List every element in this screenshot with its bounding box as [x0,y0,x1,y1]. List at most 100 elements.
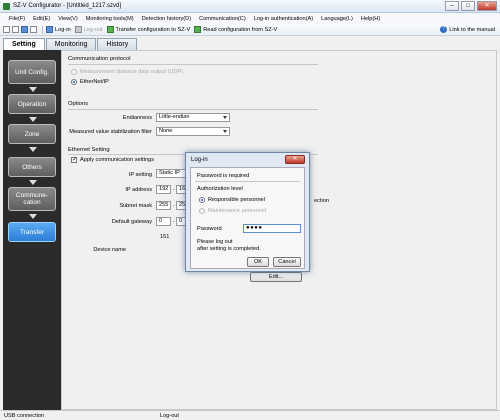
separator-dot: . [173,218,175,224]
down-arrow-icon [29,147,37,152]
transfer-to-device-button[interactable]: Transfer configuration to SZ-V [106,26,191,33]
menu-file[interactable]: File(F) [5,16,29,22]
new-file-icon[interactable] [3,26,10,33]
tab-history[interactable]: History [97,38,138,50]
ip-address-label: IP address [125,187,152,193]
password-required-text: Password is required [197,173,250,179]
maximize-button[interactable]: □ [461,1,475,11]
menu-language[interactable]: Language(L) [317,16,357,22]
login-status: Log-out [160,413,179,419]
transfer-to-label: Transfer configuration to SZ-V [115,26,191,33]
ethernet-ip-label: EtherNet/IP [80,79,109,85]
responsible-label: Responsible personnel [208,197,265,203]
ip-setting-value: Static IP [159,170,180,176]
menu-detection-history[interactable]: Detection history(D) [138,16,195,22]
tab-monitoring[interactable]: Monitoring [45,38,97,50]
maintenance-label: Maintenance personnel [208,208,267,214]
logout-button[interactable]: Log-out [74,26,103,33]
menu-view[interactable]: View(V) [54,16,81,22]
down-arrow-icon [29,87,37,92]
options-heading: Options [68,101,88,107]
dropdown-arrow-icon [223,130,227,133]
separator-dot: . [173,202,175,208]
password-input[interactable]: ●●●● [243,224,301,233]
dialog-title: Log-in [191,157,208,163]
read-from-label: Read configuration from SZ-V [203,26,278,33]
endianness-label: Endianness [122,115,152,121]
status-bar: USB connection Log-out [0,410,500,420]
dialog-body: Password is required Authorization level… [190,167,305,269]
gateway-octet-1[interactable]: 0 [156,217,171,226]
sidebar: Unit Config. Operation Zone Others Commu… [3,50,61,410]
title-bar: SZ-V Configurator - [Untitled_1217.szvd]… [0,0,500,13]
apply-comm-checkbox[interactable]: ✓ [71,157,77,163]
endianness-select[interactable]: Little-endian [156,113,230,122]
key-icon [46,26,53,33]
print-icon[interactable] [30,26,37,33]
read-from-device-button[interactable]: Read configuration from SZ-V [194,26,277,33]
login-dialog: Log-in ✕ Password is required Authorizat… [185,152,310,272]
device-name-label: Device name [93,247,126,253]
udp-label: Measurement distance data output (UDP) [80,69,184,75]
logout-icon [74,26,82,33]
read-icon [194,26,202,33]
connection-status: USB connection [4,413,45,419]
menu-edit[interactable]: Edit(E) [29,16,54,22]
toolbar-divider [42,25,43,34]
save-icon[interactable] [21,26,28,33]
stabilization-filter-select[interactable]: None [156,127,230,136]
stabilization-filter-label: Measured value stabilization filter [69,129,152,135]
comm-protocol-heading: Communication protocol [68,56,131,62]
login-label: Log-in [55,26,71,33]
subnet-octet-1[interactable]: 255 [156,201,171,210]
login-button[interactable]: Log-in [46,26,71,33]
down-arrow-icon [29,214,37,219]
sidebar-item-unit-config[interactable]: Unit Config. [8,60,56,84]
ethernet-ip-radio[interactable] [71,79,77,85]
menu-help[interactable]: Help(H) [357,16,384,22]
help-icon: ? [440,26,448,33]
sidebar-item-others[interactable]: Others [8,157,56,177]
window-title: SZ-V Configurator - [Untitled_1217.szvd] [13,3,122,9]
udp-radio[interactable] [71,69,77,75]
menu-bar: File(F) Edit(E) View(V) Monitoring tools… [0,13,500,24]
main-tabs: Setting Monitoring History [3,38,138,51]
cancel-button[interactable]: Cancel [273,257,301,267]
responsible-radio[interactable] [199,197,205,203]
transfer-icon [106,26,114,33]
port-value: 151 [160,234,170,240]
divider [68,64,318,65]
ok-button[interactable]: OK [247,257,269,267]
manual-link[interactable]: ? Link to the manual [440,26,495,33]
sidebar-item-zone[interactable]: Zone [8,124,56,144]
down-arrow-icon [29,117,37,122]
open-folder-icon[interactable] [12,26,19,33]
apply-comm-label: Apply communication settings [80,157,154,163]
window-controls: – □ ✕ [445,1,497,11]
app-icon [3,3,10,10]
authorization-level-label: Authorization level [197,186,243,192]
default-gateway-label: Default gateway [111,219,152,225]
sidebar-item-transfer[interactable]: Transfer [8,222,56,242]
dropdown-arrow-icon [223,116,227,119]
close-window-button[interactable]: ✕ [477,1,497,11]
dialog-close-button[interactable]: ✕ [285,155,305,164]
minimize-button[interactable]: – [445,1,459,11]
sidebar-item-communication[interactable]: Commune-cation [8,187,56,211]
toolbar: Log-in Log-out Transfer configuration to… [0,24,500,36]
subnet-mask-label: Subnet mask [119,203,152,209]
ip-setting-select[interactable]: Static IP [156,169,186,178]
edit-button[interactable]: Edit... [250,272,302,282]
maintenance-radio[interactable] [199,208,205,214]
down-arrow-icon [29,180,37,185]
password-label: Password [197,226,222,232]
ip-octet-1[interactable]: 192 [156,185,171,194]
sidebar-item-operation[interactable]: Operation [8,94,56,114]
menu-monitoring-tools[interactable]: Monitoring tools(M) [82,16,138,22]
menu-communication[interactable]: Communication(C) [195,16,250,22]
stabilization-filter-value: None [159,128,173,134]
logout-label: Log-out [83,26,103,33]
manual-label: Link to the manual [449,26,495,33]
ip-setting-label: IP setting [128,172,152,178]
menu-login-authentication[interactable]: Log-in authentication(A) [250,16,317,22]
